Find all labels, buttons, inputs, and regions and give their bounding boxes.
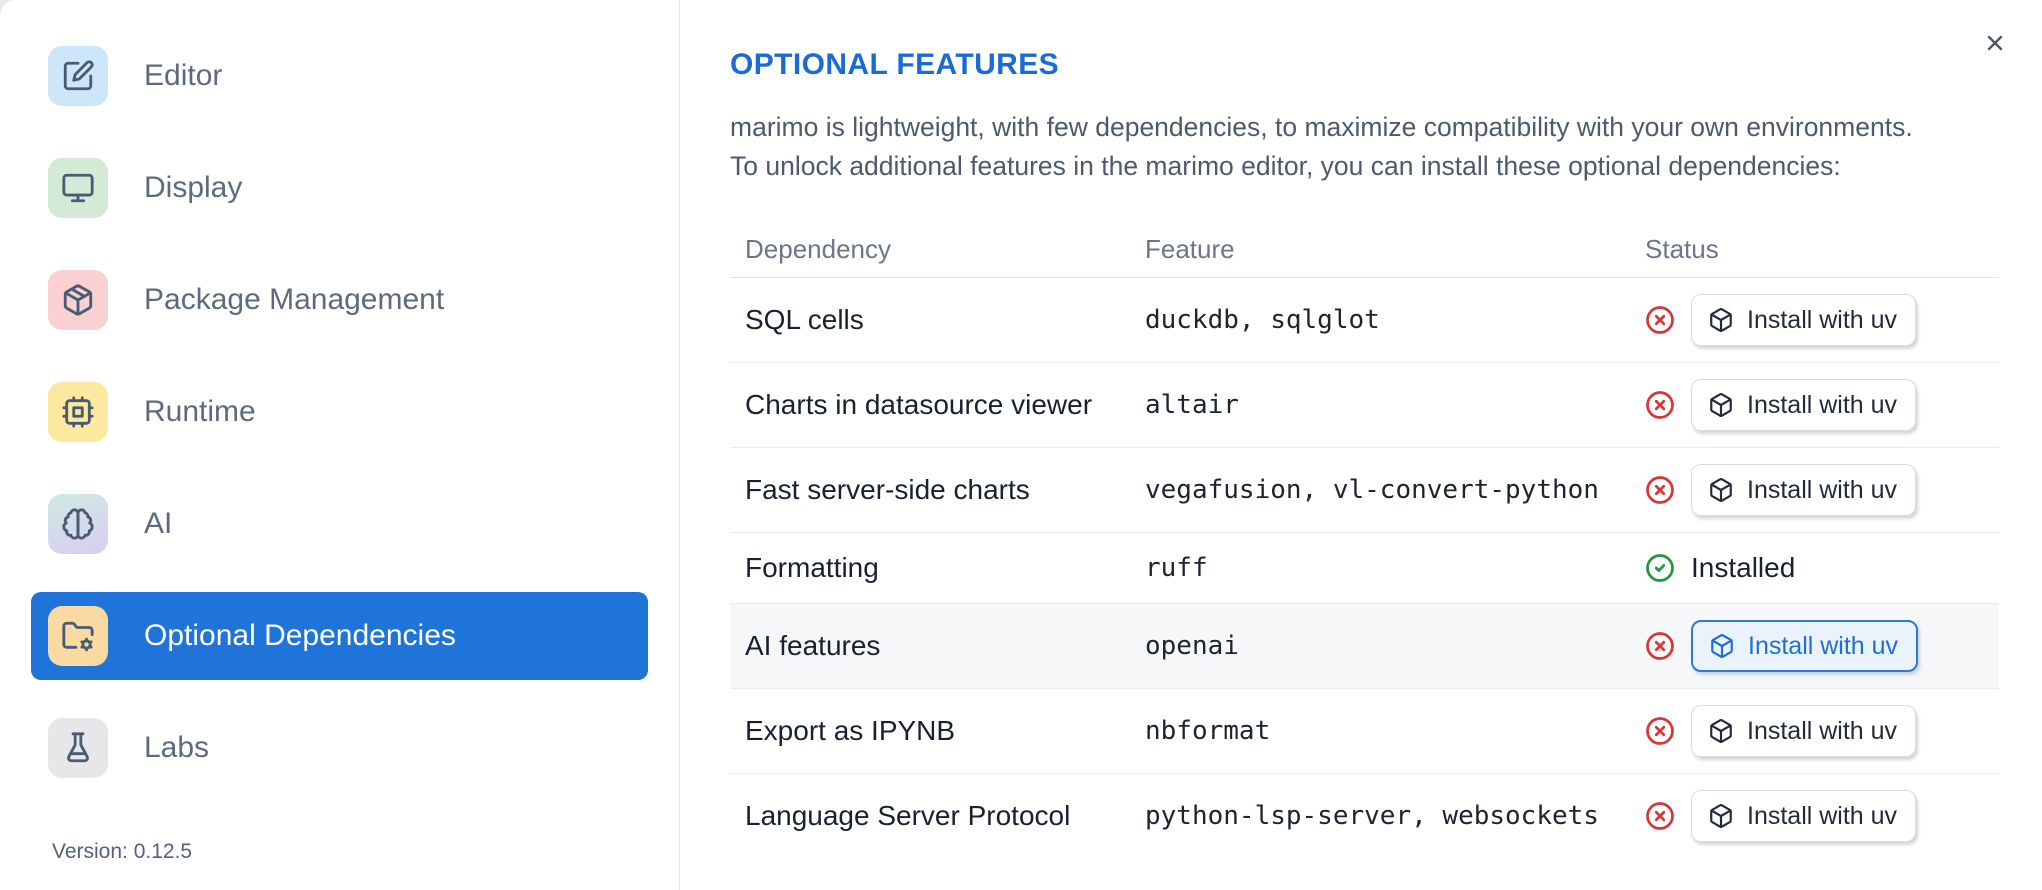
status-cell: Install with uv — [1645, 790, 1999, 842]
flask-icon — [48, 718, 108, 778]
status-cell: Install with uv — [1645, 294, 1999, 346]
sidebar-item-package-management[interactable]: Package Management — [31, 256, 648, 344]
install-button-label: Install with uv — [1747, 475, 1898, 504]
sidebar-item-list: Editor Display Package Management Runtime AI… — [31, 32, 648, 792]
feature-packages: duckdb, sqlglot — [1145, 305, 1380, 335]
installed-check-icon — [1645, 553, 1675, 583]
sidebar-item-label: Package Management — [144, 283, 445, 316]
table-header-row: Dependency Feature Status — [730, 221, 1999, 278]
install-with-uv-button[interactable]: Install with uv — [1691, 379, 1917, 431]
package-box-icon — [1709, 633, 1735, 659]
sidebar-item-optional-dependencies[interactable]: Optional Dependencies — [31, 592, 648, 680]
monitor-icon — [48, 158, 108, 218]
status-cell: Install with uv — [1645, 464, 1999, 516]
package-box-icon — [1708, 803, 1734, 829]
version-label: Version: 0.12.5 — [52, 840, 193, 863]
sidebar-item-label: Optional Dependencies — [144, 619, 456, 652]
status-cell: Install with uv — [1645, 705, 1999, 757]
install-with-uv-button[interactable]: Install with uv — [1691, 294, 1917, 346]
table-row: Formatting ruff Installed — [730, 533, 1999, 604]
feature-packages: nbformat — [1145, 716, 1271, 746]
dependency-name: Export as IPYNB — [745, 715, 956, 746]
dependency-name: Formatting — [745, 552, 879, 583]
sidebar-item-ai[interactable]: AI — [31, 480, 648, 568]
package-icon — [48, 270, 108, 330]
sidebar-item-label: Runtime — [144, 395, 256, 428]
table-row: Fast server-side charts vegafusion, vl-co… — [730, 448, 1999, 533]
sidebar-item-runtime[interactable]: Runtime — [31, 368, 648, 456]
feature-packages: vegafusion, vl-convert-python — [1145, 475, 1599, 505]
description-line-2: To unlock additional features in the mar… — [730, 151, 1841, 181]
installed-label: Installed — [1691, 552, 1796, 583]
dependency-name: AI features — [745, 630, 881, 661]
not-installed-icon — [1645, 305, 1675, 335]
status-cell: Install with uv — [1645, 379, 1999, 431]
install-with-uv-button[interactable]: Install with uv — [1691, 790, 1917, 842]
table-row: SQL cells duckdb, sqlglot Install with uv — [730, 278, 1999, 363]
column-header-status: Status — [1645, 233, 1719, 264]
description-line-1: marimo is lightweight, with few dependen… — [730, 112, 1913, 142]
install-button-label: Install with uv — [1748, 631, 1899, 660]
package-box-icon — [1708, 307, 1734, 333]
not-installed-icon — [1645, 390, 1675, 420]
square-pen-icon — [48, 46, 108, 106]
settings-sidebar: Editor Display Package Management Runtime AI… — [0, 0, 680, 890]
install-with-uv-button[interactable]: Install with uv — [1691, 705, 1917, 757]
sidebar-item-display[interactable]: Display — [31, 144, 648, 232]
sidebar-item-label: Labs — [144, 731, 210, 764]
feature-packages: openai — [1145, 631, 1239, 661]
close-icon — [1983, 31, 2007, 58]
dependency-name: Charts in datasource viewer — [745, 389, 1093, 420]
sidebar-item-label: Display — [144, 171, 243, 204]
brain-icon — [48, 494, 108, 554]
install-button-label: Install with uv — [1747, 716, 1898, 745]
feature-packages: altair — [1145, 390, 1239, 420]
dependency-name: SQL cells — [745, 304, 864, 335]
status-cell: Install with uv — [1645, 620, 1999, 672]
not-installed-icon — [1645, 475, 1675, 505]
cpu-icon — [48, 382, 108, 442]
dependency-name: Language Server Protocol — [745, 800, 1071, 831]
table-row: Charts in datasource viewer altair Install… — [730, 363, 1999, 448]
install-with-uv-button[interactable]: Install with uv — [1691, 620, 1919, 672]
optional-features-table: Dependency Feature Status SQL cells duckd… — [730, 221, 1999, 858]
sidebar-item-labs[interactable]: Labs — [31, 704, 648, 792]
package-box-icon — [1708, 392, 1734, 418]
optional-features-panel: OPTIONAL FEATURES marimo is lightweight,… — [680, 0, 2042, 890]
settings-dialog: Editor Display Package Management Runtime AI… — [0, 0, 2042, 890]
feature-packages: ruff — [1145, 553, 1208, 583]
column-header-feature: Feature — [1145, 233, 1235, 264]
sidebar-item-editor[interactable]: Editor — [31, 32, 648, 120]
install-button-label: Install with uv — [1747, 390, 1898, 419]
close-button[interactable] — [1977, 26, 2013, 62]
install-with-uv-button[interactable]: Install with uv — [1691, 464, 1917, 516]
install-button-label: Install with uv — [1747, 305, 1898, 334]
table-row: Export as IPYNB nbformat Install with uv — [730, 689, 1999, 774]
table-row: AI features openai Install with uv — [730, 604, 1999, 689]
install-button-label: Install with uv — [1747, 801, 1898, 830]
package-box-icon — [1708, 718, 1734, 744]
folder-cog-icon — [48, 606, 108, 666]
table-row: Language Server Protocol python-lsp-serve… — [730, 774, 1999, 858]
status-cell: Installed — [1645, 552, 1999, 584]
sidebar-item-label: Editor — [144, 59, 223, 92]
feature-packages: python-lsp-server, websockets — [1145, 801, 1599, 831]
package-box-icon — [1708, 477, 1734, 503]
sidebar-item-label: AI — [144, 507, 173, 540]
not-installed-icon — [1645, 716, 1675, 746]
column-header-dependency: Dependency — [745, 233, 891, 264]
not-installed-icon — [1645, 801, 1675, 831]
panel-title: OPTIONAL FEATURES — [730, 48, 1060, 81]
dependency-name: Fast server-side charts — [745, 474, 1030, 505]
table-body: SQL cells duckdb, sqlglot Install with uv C… — [730, 278, 1999, 858]
not-installed-icon — [1645, 631, 1675, 661]
panel-description: marimo is lightweight, with few dependen… — [730, 108, 1999, 186]
